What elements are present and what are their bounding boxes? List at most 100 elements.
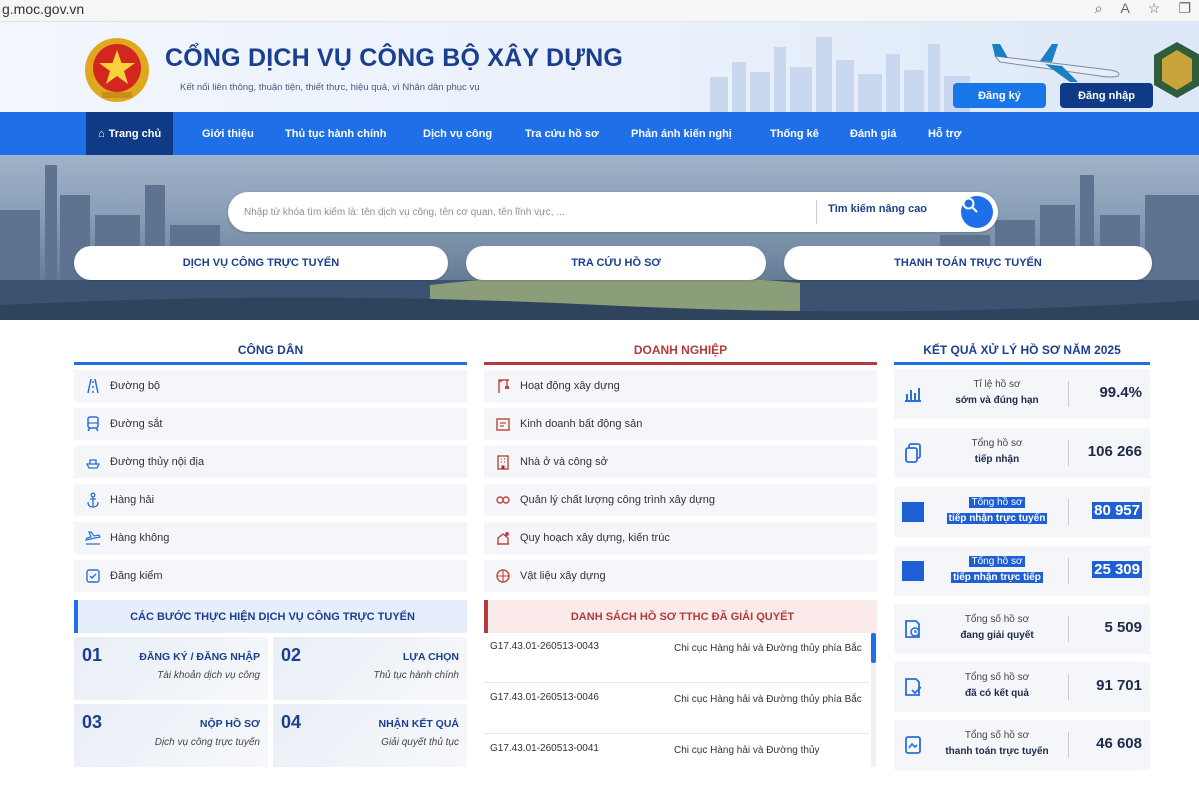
- business-item-quality[interactable]: Quản lý chất lượng công trình xây dựng: [484, 484, 877, 516]
- step-card-2[interactable]: 02 LỰA CHỌN Thủ tục hành chính: [273, 637, 467, 700]
- record-agency: Chi cục Hàng hải và Đường thủy phía Bắc: [674, 694, 862, 705]
- lookup-records-button[interactable]: TRA CỨU HỒ SƠ: [466, 246, 766, 280]
- business-item-real-estate[interactable]: Kinh doanh bất động sản: [484, 408, 877, 440]
- citizen-item-inland-waterway[interactable]: Đường thủy nội địa: [74, 446, 467, 478]
- results-section-title: KẾT QUẢ XỬ LÝ HỒ SƠ NĂM 2025: [894, 335, 1150, 365]
- materials-icon: [494, 567, 512, 585]
- address-bar[interactable]: g.moc.gov.vn: [2, 1, 84, 17]
- decorative-hexagon: [1154, 42, 1199, 98]
- business-item-label: Kinh doanh bất động sản: [520, 418, 643, 430]
- stat-separator: [1068, 674, 1069, 700]
- stat-label: Tổng số hồ sơ thanh toán trực tuyến: [945, 730, 1049, 757]
- business-item-label: Hoạt động xây dựng: [520, 380, 620, 392]
- nav-statistics[interactable]: Thống kê: [770, 112, 819, 155]
- site-title: CỔNG DỊCH VỤ CÔNG BỘ XÂY DỰNG: [165, 44, 624, 72]
- resolved-section-title: DANH SÁCH HỒ SƠ TTHC ĐÃ GIẢI QUYẾT: [484, 600, 877, 633]
- citizen-item-road[interactable]: Đường bộ: [74, 370, 467, 402]
- zoom-icon[interactable]: ⌕: [1095, 0, 1103, 17]
- stat-label: Tổng số hồ sơ đã có kết quả: [964, 672, 1030, 699]
- business-title-text: DOANH NGHIỆP: [633, 343, 728, 357]
- citizen-title-text: CÔNG DÂN: [237, 343, 304, 357]
- nav-public-services[interactable]: Dịch vụ công: [423, 112, 492, 155]
- favorite-star-icon[interactable]: ☆: [1148, 0, 1161, 17]
- step-subtitle: Thủ tục hành chính: [373, 670, 459, 681]
- nav-lookup[interactable]: Tra cứu hồ sơ: [525, 112, 599, 155]
- step-card-4[interactable]: 04 NHẬN KẾT QUẢ Giải quyết thủ tục: [273, 704, 467, 767]
- step-title: NỘP HỒ SƠ: [199, 718, 260, 730]
- crane-icon: [494, 377, 512, 395]
- stat-total-received: Tổng hồ sơ tiếp nhận 106 266: [894, 428, 1150, 478]
- nav-feedback[interactable]: Phản ánh kiến nghị: [631, 112, 732, 155]
- scrollbar-thumb[interactable]: [871, 633, 876, 663]
- step-number: 04: [281, 712, 302, 732]
- stat-label: Tổng hồ sơ tiếp nhận: [971, 438, 1023, 465]
- nav-evaluation[interactable]: Đánh giá: [850, 112, 896, 155]
- stat-in-progress: Tổng số hồ sơ đang giải quyết 5 509: [894, 604, 1150, 654]
- stat-separator: [1068, 616, 1069, 642]
- business-item-label: Nhà ở và công sở: [520, 456, 608, 468]
- read-aloud-icon[interactable]: A: [1121, 0, 1130, 17]
- step-card-3[interactable]: 03 NỘP HỒ SƠ Dịch vụ công trực tuyến: [74, 704, 268, 767]
- stat-value: 80 957: [1092, 502, 1142, 519]
- search-button[interactable]: [961, 196, 993, 228]
- train-icon: [84, 415, 102, 433]
- step-subtitle: Dịch vụ công trực tuyến: [154, 737, 260, 748]
- nav-about[interactable]: Giới thiệu: [202, 112, 254, 155]
- step-title: LỰA CHỌN: [402, 651, 459, 663]
- record-code: G17.43.01-260513-0043: [490, 641, 599, 652]
- record-agency: Chi cục Hàng hải và Đường thủy: [674, 745, 820, 756]
- national-emblem-icon: [85, 38, 149, 102]
- register-button[interactable]: Đăng ký: [953, 83, 1046, 108]
- collections-icon[interactable]: ❐: [1178, 0, 1191, 17]
- planning-icon: [494, 529, 512, 547]
- citizen-item-rail[interactable]: Đường sắt: [74, 408, 467, 440]
- resolved-row[interactable]: G17.43.01-260513-0041 Chi cục Hàng hải v…: [484, 735, 869, 767]
- business-item-materials[interactable]: Vật liệu xây dựng: [484, 560, 877, 592]
- business-item-housing[interactable]: Nhà ở và công sở: [484, 446, 877, 478]
- payment-document-icon: [902, 734, 924, 756]
- citizen-item-maritime[interactable]: Hàng hải: [74, 484, 467, 516]
- stat-label: Tổng hồ sơ tiếp nhận trực tuyến: [946, 497, 1048, 524]
- stat-completed: Tổng số hồ sơ đã có kết quả 91 701: [894, 662, 1150, 712]
- citizen-item-inspection[interactable]: Đăng kiểm: [74, 560, 467, 592]
- stat-value: 46 608: [1096, 735, 1142, 752]
- resolved-row[interactable]: G17.43.01-260513-0046 Chi cục Hàng hải v…: [484, 684, 869, 734]
- nav-support[interactable]: Hỗ trợ: [928, 112, 961, 155]
- nav-home[interactable]: ⌂ Trang chủ: [86, 112, 174, 155]
- business-item-planning[interactable]: Quy hoạch xây dựng, kiến trúc: [484, 522, 877, 554]
- steps-section-title: CÁC BƯỚC THỰC HIỆN DỊCH VỤ CÔNG TRỰC TUY…: [74, 600, 467, 633]
- results-title-underline: [894, 362, 1150, 365]
- resolved-row[interactable]: G17.43.01-260513-0043 Chi cục Hàng hải v…: [484, 633, 869, 683]
- step-subtitle: Giải quyết thủ tục: [381, 737, 459, 748]
- stat-label: Tổng hồ sơ tiếp nhận trực tiếp: [951, 556, 1043, 583]
- nav-home-label: Trang chủ: [108, 127, 162, 140]
- search-input[interactable]: [244, 202, 814, 222]
- stat-separator: [1068, 558, 1069, 584]
- nav-procedures[interactable]: Thủ tục hành chính: [285, 112, 386, 155]
- login-button[interactable]: Đăng nhập: [1060, 83, 1153, 108]
- citizen-item-aviation[interactable]: Hàng không: [74, 522, 467, 554]
- step-card-1[interactable]: 01 ĐĂNG KÝ / ĐĂNG NHẬP Tài khoản dịch vụ…: [74, 637, 268, 700]
- city-backdrop: [0, 165, 1199, 320]
- stat-separator: [1068, 499, 1069, 525]
- citizen-item-label: Hàng không: [110, 532, 170, 544]
- online-services-button[interactable]: DỊCH VỤ CÔNG TRỰC TUYẾN: [74, 246, 448, 280]
- citizen-item-label: Đường thủy nội địa: [110, 456, 205, 468]
- search-bar: Tìm kiếm nâng cao: [228, 192, 998, 232]
- business-item-label: Quản lý chất lượng công trình xây dựng: [520, 494, 715, 506]
- document-check-icon: [902, 676, 924, 698]
- stat-separator: [1068, 732, 1069, 758]
- site-subtitle: Kết nối liên thông, thuận tiện, thiết th…: [180, 82, 480, 93]
- citizen-title-underline: [74, 362, 467, 365]
- record-code: G17.43.01-260513-0046: [490, 692, 599, 703]
- business-section-title: DOANH NGHIỆP: [484, 335, 877, 365]
- documents-icon: [902, 442, 924, 464]
- browser-actions: ⌕ A ☆ ❐: [1095, 0, 1191, 17]
- business-item-construction[interactable]: Hoạt động xây dựng: [484, 370, 877, 402]
- stat-label: Tỉ lệ hồ sơ sớm và đúng hạn: [955, 379, 1039, 406]
- road-icon: [84, 377, 102, 395]
- advanced-search-link[interactable]: Tìm kiếm nâng cao: [828, 203, 927, 215]
- citizen-item-label: Đường bộ: [110, 380, 161, 392]
- resolved-scrollbar[interactable]: [871, 633, 876, 767]
- online-payment-button[interactable]: THANH TOÁN TRỰC TUYẾN: [784, 246, 1152, 280]
